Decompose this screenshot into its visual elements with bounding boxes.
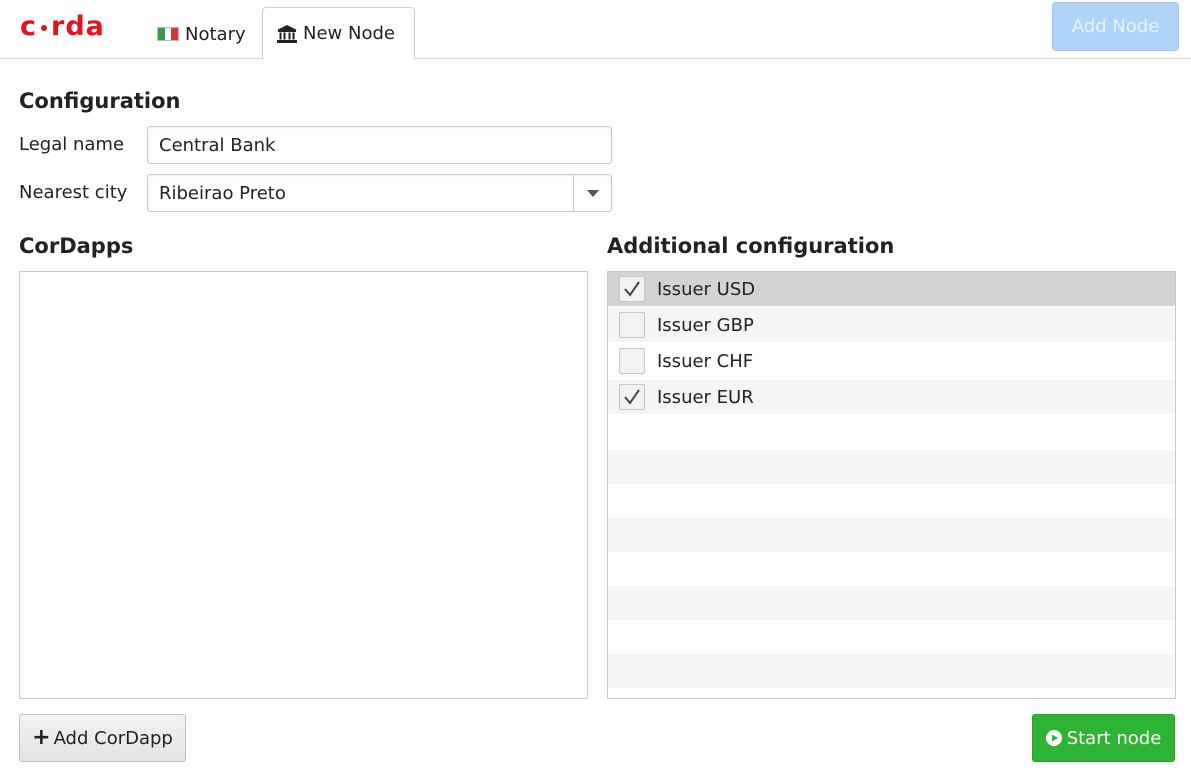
corda-logo: c rda: [20, 11, 105, 42]
empty-row: [608, 450, 1175, 484]
nearest-city-select[interactable]: Ribeirao Preto: [147, 174, 612, 212]
tab-new-node-label: New Node: [303, 23, 395, 44]
start-node-button[interactable]: Start node: [1032, 714, 1175, 762]
tab-notary[interactable]: Notary: [143, 8, 261, 60]
checkbox-issuer-eur[interactable]: [619, 384, 645, 410]
italy-flag-icon: [157, 27, 179, 41]
list-item-issuer-gbp[interactable]: Issuer GBP: [608, 308, 1175, 342]
checkmark-icon: [624, 281, 640, 297]
add-cordapp-button[interactable]: + Add CorDapp: [19, 714, 186, 762]
logo-text-end: rda: [51, 11, 105, 42]
empty-row: [608, 484, 1175, 518]
legal-name-value: Central Bank: [159, 134, 276, 156]
add-node-button[interactable]: Add Node: [1052, 2, 1179, 51]
tab-new-node[interactable]: New Node: [262, 7, 415, 60]
checkbox-issuer-gbp[interactable]: [619, 312, 645, 338]
list-item-label: Issuer EUR: [657, 386, 754, 408]
start-node-label: Start node: [1066, 727, 1162, 749]
bank-icon: [277, 24, 297, 43]
play-circle-icon: [1045, 730, 1062, 746]
empty-row: [608, 416, 1175, 450]
empty-row: [608, 688, 1175, 698]
list-item-label: Issuer CHF: [657, 350, 754, 372]
list-item-issuer-eur[interactable]: Issuer EUR: [608, 380, 1175, 414]
list-item-issuer-usd[interactable]: Issuer USD: [608, 272, 1175, 306]
logo-text-start: c: [20, 11, 38, 42]
additional-configuration-heading: Additional configuration: [607, 234, 895, 258]
tab-notary-label: Notary: [185, 23, 246, 45]
cordapps-list[interactable]: [19, 271, 588, 699]
list-item-label: Issuer GBP: [657, 314, 754, 336]
nearest-city-label: Nearest city: [19, 182, 128, 203]
list-item-label: Issuer USD: [657, 278, 756, 300]
empty-row: [608, 518, 1175, 552]
cordapps-heading: CorDapps: [19, 234, 134, 258]
additional-configuration-list[interactable]: Issuer USD Issuer GBP Issuer CHF Issuer …: [607, 271, 1176, 699]
nearest-city-value: Ribeirao Preto: [159, 182, 286, 204]
logo-dot: [41, 24, 48, 31]
checkmark-icon: [624, 389, 640, 405]
empty-row: [608, 586, 1175, 620]
checkbox-issuer-usd[interactable]: [619, 276, 645, 302]
configuration-heading: Configuration: [19, 89, 181, 113]
empty-row: [608, 552, 1175, 586]
legal-name-label: Legal name: [19, 134, 125, 155]
top-bar: c rda Notary New Node Add Node: [0, 0, 1191, 60]
add-cordapp-label: Add CorDapp: [53, 727, 173, 749]
checkbox-issuer-chf[interactable]: [619, 348, 645, 374]
legal-name-field[interactable]: Central Bank: [147, 126, 612, 164]
list-item-issuer-chf[interactable]: Issuer CHF: [608, 344, 1175, 378]
empty-row: [608, 620, 1175, 654]
empty-row: [608, 654, 1175, 688]
dropdown-arrow-icon[interactable]: [573, 175, 611, 211]
plus-icon: +: [32, 725, 51, 750]
